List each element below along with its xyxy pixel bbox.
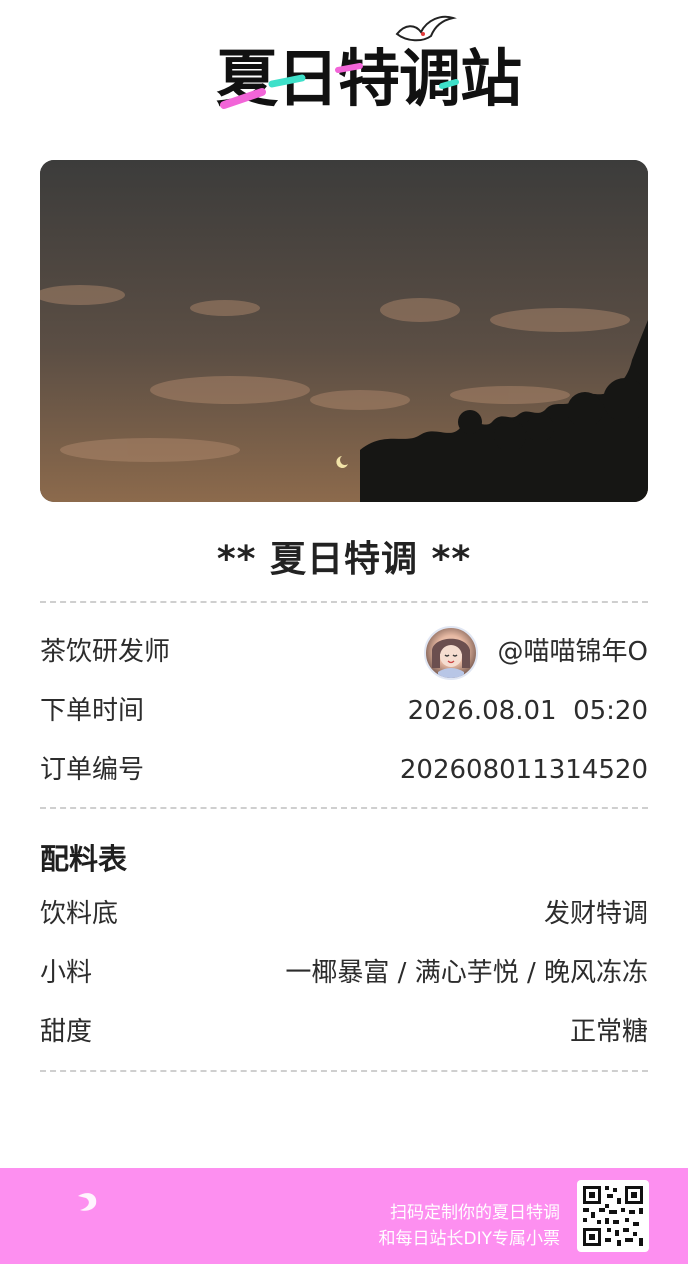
developer-label: 茶饮研发师 xyxy=(40,637,171,667)
footer-bird-icon xyxy=(78,1193,97,1211)
order-time-value: 2026.08.01 05:20 xyxy=(407,696,648,726)
seagull-icon xyxy=(395,15,457,42)
divider xyxy=(40,1070,648,1072)
base-value: 发财特调 xyxy=(543,899,648,929)
divider xyxy=(40,807,648,809)
night-sky-photo xyxy=(40,160,648,502)
row-sweetness: 甜度 正常糖 xyxy=(40,1012,648,1052)
row-toppings: 小料 一椰暴富 / 满心芋悦 / 晚风冻冻 xyxy=(40,953,648,993)
order-number-value: 202608011314520 xyxy=(399,755,648,785)
toppings-label: 小料 xyxy=(40,958,93,988)
row-order-number: 订单编号 202608011314520 xyxy=(40,750,648,790)
order-time-label: 下单时间 xyxy=(40,696,145,726)
brand-logo: 夏日特调站 xyxy=(210,12,522,122)
developer-handle[interactable]: @喵喵锦年O xyxy=(498,632,648,672)
row-base: 饮料底 发财特调 xyxy=(40,894,648,934)
toppings-value: 一椰暴富 / 满心芋悦 / 晚风冻冻 xyxy=(285,958,648,988)
ingredients-heading: 配料表 xyxy=(40,842,128,876)
sweetness-value: 正常糖 xyxy=(569,1017,648,1047)
row-developer: 茶饮研发师 @喵喵锦年O xyxy=(40,626,648,680)
sweetness-label: 甜度 xyxy=(40,1017,93,1047)
divider xyxy=(40,601,648,603)
qr-code[interactable] xyxy=(577,1180,649,1252)
base-label: 饮料底 xyxy=(40,899,119,929)
order-number-label: 订单编号 xyxy=(40,755,145,785)
avatar xyxy=(424,626,478,680)
row-order-time: 下单时间 2026.08.01 05:20 xyxy=(40,691,648,731)
footer-line-2: 和每日站长DIY专属小票 xyxy=(378,1229,561,1249)
receipt-title: ** 夏日特调 ** xyxy=(216,539,472,580)
footer-line-1: 扫码定制你的夏日特调 xyxy=(390,1203,560,1223)
